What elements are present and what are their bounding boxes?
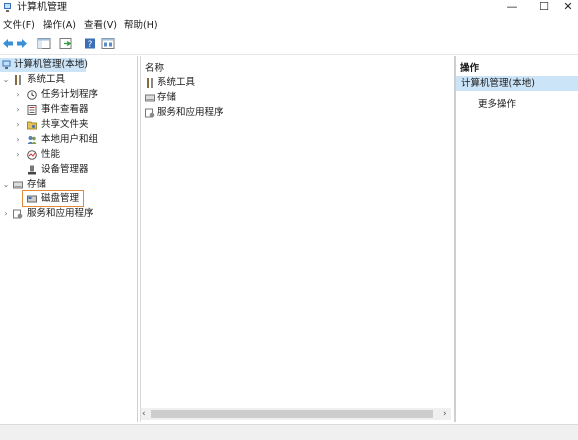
properties-icon[interactable] (101, 37, 115, 50)
navigation-tree: 计算机管理(本地) ⌄ 系统工具 › 任务计划程序 › 事件查看器 › 共享文件… (0, 56, 138, 422)
users-icon (27, 136, 37, 144)
tree-item-device-manager[interactable]: 设备管理器 (0, 163, 130, 177)
window-title: 计算机管理 (17, 2, 67, 13)
show-hide-tree-icon[interactable] (37, 37, 51, 50)
services-icon (145, 108, 155, 118)
expand-icon[interactable]: › (14, 88, 22, 102)
expand-icon[interactable]: › (2, 207, 10, 221)
status-bar (0, 424, 578, 440)
computer-management-icon (4, 3, 11, 12)
tools-icon (15, 75, 21, 85)
disk-management-highlight (22, 190, 84, 207)
clock-icon (27, 90, 37, 100)
tree-label: 本地用户和组 (41, 134, 99, 145)
maximize-button[interactable]: ☐ (531, 0, 557, 16)
scrollbar-thumb[interactable] (151, 410, 433, 418)
scroll-right-icon[interactable]: › (443, 408, 447, 420)
scroll-left-icon[interactable]: ‹ (142, 408, 146, 420)
export-list-icon[interactable] (59, 37, 73, 50)
forward-arrow-icon[interactable] (16, 37, 28, 50)
horizontal-scrollbar[interactable]: ‹ › (141, 408, 451, 420)
tree-label: 设备管理器 (41, 164, 89, 175)
device-manager-icon (28, 165, 36, 175)
shared-folder-icon (27, 121, 37, 130)
content-list: 名称 系统工具 存储 服务和应用程序 (140, 56, 455, 422)
menu-bar: 文件(F) 操作(A) 查看(V) 帮助(H) (0, 18, 578, 34)
computer-management-icon (2, 60, 11, 69)
tree-item-local-users[interactable]: › 本地用户和组 (0, 133, 130, 147)
performance-icon (27, 150, 37, 160)
collapse-icon[interactable]: ⌄ (2, 178, 10, 192)
list-item-label: 服务和应用程序 (157, 107, 224, 118)
minimize-button[interactable]: — (499, 0, 525, 16)
services-icon (13, 209, 23, 219)
tree-item-event-viewer[interactable]: › 事件查看器 (0, 103, 130, 117)
menu-action[interactable]: 操作(A) (43, 19, 76, 33)
expand-icon[interactable]: › (14, 148, 22, 162)
svg-text:?: ? (88, 40, 93, 50)
tree-label: 服务和应用程序 (27, 208, 94, 219)
tree-item-shared-folders[interactable]: › 共享文件夹 (0, 118, 130, 132)
list-item-label: 系统工具 (157, 77, 196, 88)
tree-label: 共享文件夹 (41, 119, 89, 130)
menu-view[interactable]: 查看(V) (84, 19, 117, 33)
list-item[interactable]: 存储 (143, 91, 263, 105)
help-icon[interactable]: ? (84, 37, 96, 50)
tree-item-services-applications[interactable]: › 服务和应用程序 (0, 207, 130, 221)
tree-label: 系统工具 (27, 74, 66, 85)
expand-icon[interactable]: › (14, 103, 22, 117)
storage-icon (13, 181, 23, 189)
storage-icon (145, 94, 155, 102)
tree-item-task-scheduler[interactable]: › 任务计划程序 (0, 88, 130, 102)
menu-help[interactable]: 帮助(H) (124, 19, 158, 33)
tools-icon (147, 78, 153, 88)
tree-label: 计算机管理(本地) (14, 59, 88, 70)
tree-item-system-tools[interactable]: ⌄ 系统工具 (0, 73, 130, 87)
collapse-icon[interactable]: ⌄ (2, 73, 10, 87)
column-header-name[interactable]: 名称 (145, 60, 164, 74)
tree-item-performance[interactable]: › 性能 (0, 148, 130, 162)
tree-label: 事件查看器 (41, 104, 89, 115)
tree-label: 任务计划程序 (41, 89, 99, 100)
close-button[interactable]: ✕ (558, 0, 578, 16)
list-item[interactable]: 系统工具 (143, 76, 263, 90)
tree-label: 性能 (41, 149, 61, 160)
tree-item-computer-management[interactable]: 计算机管理(本地) (0, 58, 88, 72)
toolbar: ? (0, 34, 578, 55)
more-actions-link[interactable]: 更多操作 (478, 96, 516, 110)
actions-header: 操作 (460, 63, 480, 74)
expand-icon[interactable]: › (14, 118, 22, 132)
title-bar: 计算机管理 — ☐ ✕ (0, 0, 578, 18)
actions-section-label: 计算机管理(本地) (461, 78, 535, 89)
actions-pane: 操作 计算机管理(本地) 更多操作 (455, 56, 578, 422)
actions-section-title[interactable]: 计算机管理(本地) (456, 76, 578, 91)
expand-icon[interactable]: › (14, 133, 22, 147)
back-arrow-icon[interactable] (2, 37, 14, 50)
event-viewer-icon (27, 105, 37, 115)
menu-file[interactable]: 文件(F) (3, 19, 35, 33)
list-item[interactable]: 服务和应用程序 (143, 106, 263, 120)
list-item-label: 存储 (157, 92, 177, 103)
